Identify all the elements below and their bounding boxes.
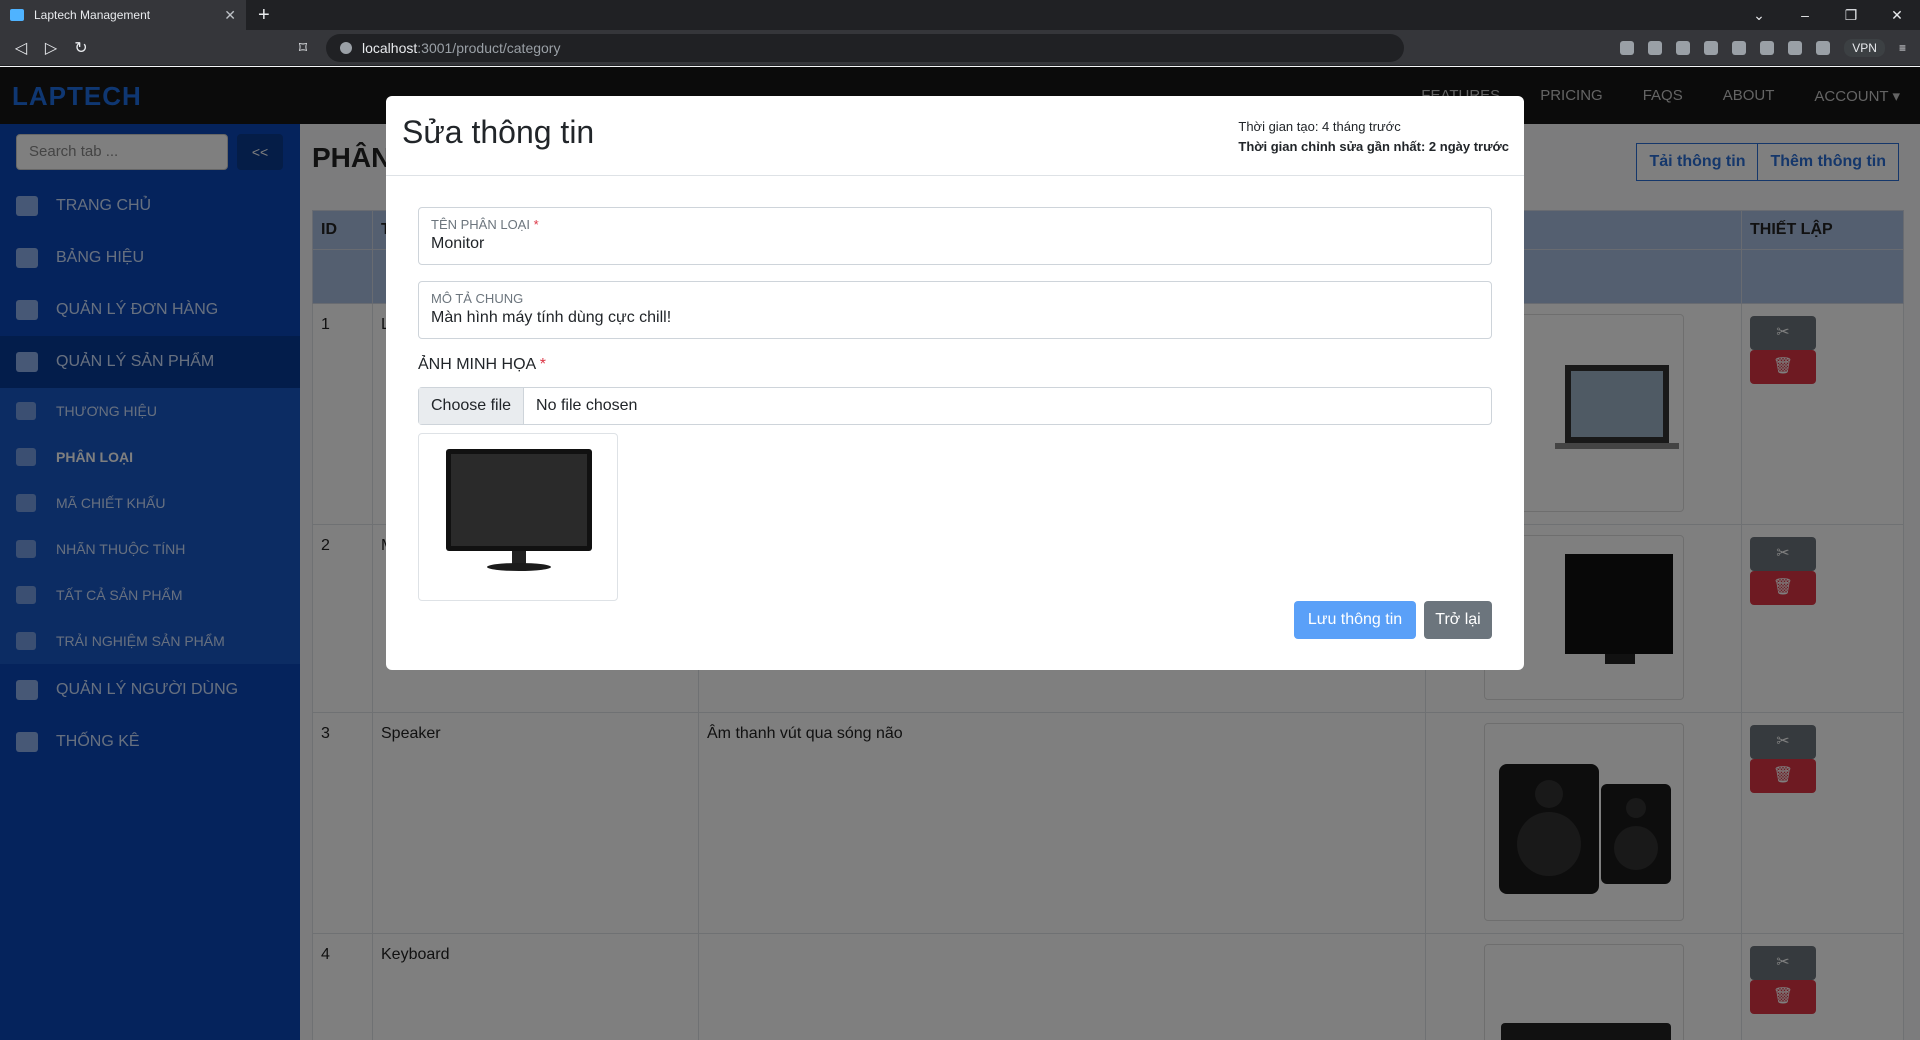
modified-time: Thời gian chỉnh sửa gần nhất: 2 ngày trư…: [1238, 139, 1509, 154]
bookmark-icon[interactable]: ⌑: [288, 38, 318, 58]
new-tab-button[interactable]: +: [258, 4, 270, 27]
vpn-button[interactable]: VPN: [1844, 39, 1885, 57]
category-name-field[interactable]: TÊN PHÂN LOẠI * Monitor: [418, 207, 1492, 265]
extension-icon[interactable]: [1732, 41, 1747, 55]
address-bar: ◁ ▷ ↻ ⌑ localhost:3001/product/category …: [0, 30, 1920, 66]
extension-icon[interactable]: [1676, 41, 1691, 55]
created-time: Thời gian tạo: 4 tháng trước: [1238, 119, 1401, 134]
file-status: No file chosen: [536, 397, 638, 414]
save-button[interactable]: Lưu thông tin: [1294, 601, 1416, 639]
reload-icon[interactable]: ↻: [66, 38, 96, 58]
url-path: :3001/product/category: [417, 40, 561, 56]
extension-icon[interactable]: [1704, 41, 1719, 55]
forward-icon[interactable]: ▷: [36, 38, 66, 58]
puzzle-icon[interactable]: [1760, 41, 1775, 55]
url-field[interactable]: localhost:3001/product/category: [326, 34, 1404, 62]
image-label: ẢNH MINH HỌA *: [418, 356, 547, 373]
description-value: Màn hình máy tính dùng cực chill!: [431, 309, 672, 326]
back-button[interactable]: Trở lại: [1424, 601, 1492, 639]
image-preview: [418, 433, 618, 601]
browser-tab[interactable]: Laptech Management ✕: [0, 0, 246, 30]
file-input[interactable]: Choose file No file chosen: [418, 387, 1492, 425]
window-controls: ⌄ – ❐ ✕: [1736, 0, 1920, 30]
menu-icon[interactable]: ≡: [1899, 41, 1906, 55]
close-tab-icon[interactable]: ✕: [224, 7, 236, 24]
extensions-area: VPN ≡: [1620, 30, 1906, 66]
favicon-icon: [10, 9, 24, 21]
category-name-label: TÊN PHÂN LOẠI *: [431, 217, 539, 232]
choose-file-button[interactable]: Choose file: [419, 388, 525, 424]
modal-timestamps: Thời gian tạo: 4 tháng trước Thời gian c…: [1238, 117, 1509, 157]
modal-header: Sửa thông tin Thời gian tạo: 4 tháng trư…: [386, 96, 1524, 176]
url-host: localhost: [362, 40, 418, 56]
description-field[interactable]: MÔ TẢ CHUNG Màn hình máy tính dùng cực c…: [418, 281, 1492, 339]
sidebar-icon[interactable]: [1788, 41, 1803, 55]
tab-title: Laptech Management: [34, 8, 151, 22]
site-info-icon[interactable]: [340, 42, 352, 54]
modal-title: Sửa thông tin: [402, 114, 595, 150]
browser-tabbar: Laptech Management ✕ + ⌄ – ❐ ✕: [0, 0, 1920, 30]
description-label: MÔ TẢ CHUNG: [431, 291, 524, 306]
close-window-icon[interactable]: ✕: [1874, 7, 1920, 24]
extension-icon[interactable]: [1648, 41, 1663, 55]
monitor-preview-image: [446, 449, 592, 571]
restore-icon[interactable]: ❐: [1828, 7, 1874, 24]
edit-category-modal: Sửa thông tin Thời gian tạo: 4 tháng trư…: [386, 96, 1524, 670]
extension-icon[interactable]: [1620, 41, 1635, 55]
tab-search-icon[interactable]: ⌄: [1736, 7, 1782, 24]
back-icon[interactable]: ◁: [6, 38, 36, 58]
minimize-icon[interactable]: –: [1782, 7, 1828, 23]
wallet-icon[interactable]: [1816, 41, 1831, 55]
category-name-value: Monitor: [431, 235, 485, 252]
